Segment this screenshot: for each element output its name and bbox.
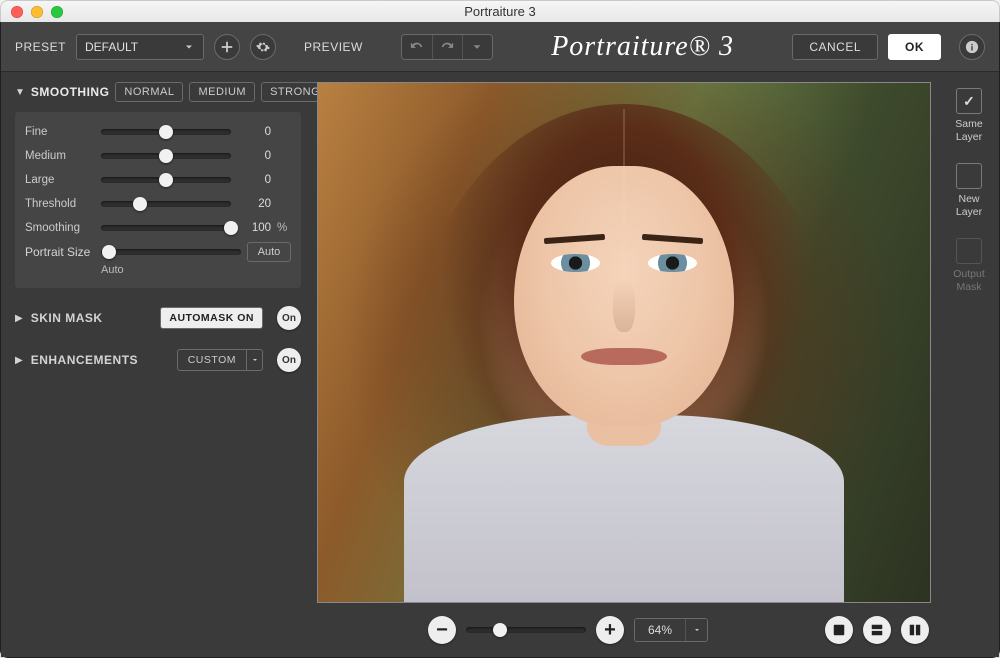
caret-right-icon[interactable]: ▶ [15, 355, 23, 366]
bottom-bar: − + 64% [311, 611, 939, 657]
zoom-slider-thumb[interactable] [493, 623, 507, 637]
zoom-dropdown-button[interactable] [685, 619, 707, 641]
history-buttons [401, 34, 493, 60]
caret-down-icon: ▼ [15, 87, 25, 98]
right-rail: SameLayer NewLayer OutputMask [939, 72, 999, 657]
output-mask[interactable]: OutputMask [953, 238, 985, 293]
zoom-value-box: 64% [634, 618, 708, 642]
preset-label: PRESET [15, 40, 66, 54]
enhancements-preset-dropdown[interactable] [247, 349, 263, 371]
undo-icon [410, 40, 424, 54]
checkbox-icon [956, 238, 982, 264]
large-slider[interactable] [101, 177, 231, 183]
split-h-icon [870, 623, 884, 637]
gear-icon [256, 40, 270, 54]
smoothing-value[interactable]: 100 [237, 222, 271, 234]
preview-label: PREVIEW [304, 40, 363, 54]
large-label: Large [25, 174, 95, 186]
zoom-in-button[interactable]: + [596, 616, 624, 644]
smoothing-label: Smoothing [25, 222, 95, 234]
minimize-window-button[interactable] [31, 6, 43, 18]
zoom-value[interactable]: 64% [635, 619, 685, 641]
view-split-vertical-button[interactable] [901, 616, 929, 644]
smoothing-slider[interactable] [101, 225, 231, 231]
threshold-slider[interactable] [101, 201, 231, 207]
fine-label: Fine [25, 126, 95, 138]
medium-slider-thumb[interactable] [159, 149, 173, 163]
preset-value: DEFAULT [85, 40, 138, 54]
smoothing-title: SMOOTHING [31, 85, 110, 99]
smoothing-body: Fine 0 Medium 0 Large 0 Threshold [15, 112, 301, 288]
top-toolbar: PRESET DEFAULT PREVIEW Portraiture® 3 CA… [1, 22, 999, 72]
chevron-down-icon [183, 41, 195, 53]
chevron-down-icon [251, 356, 259, 364]
medium-slider[interactable] [101, 153, 231, 159]
enhancements-title[interactable]: ENHANCEMENTS [31, 353, 138, 367]
add-preset-button[interactable] [214, 34, 240, 60]
preset-dropdown[interactable]: DEFAULT [76, 34, 204, 60]
enhancements-section: ▶ ENHANCEMENTS CUSTOM On [15, 348, 301, 372]
checkbox-icon [956, 163, 982, 189]
preview-canvas[interactable] [317, 82, 931, 603]
left-panel: ▼ SMOOTHING NORMAL MEDIUM STRONG Fine 0 … [1, 72, 311, 657]
split-v-icon [908, 623, 922, 637]
ok-button[interactable]: OK [888, 34, 941, 60]
smoothing-preset-normal[interactable]: NORMAL [115, 82, 183, 102]
zoom-out-button[interactable]: − [428, 616, 456, 644]
enhancements-preset-button[interactable]: CUSTOM [177, 349, 247, 371]
checkbox-icon [956, 88, 982, 114]
automask-button[interactable]: AUTOMASK ON [160, 307, 263, 329]
cancel-button[interactable]: CANCEL [792, 34, 878, 60]
redo-icon [440, 40, 454, 54]
undo-button[interactable] [402, 35, 432, 59]
portrait-size-auto-button[interactable]: Auto [247, 242, 291, 262]
zoom-window-button[interactable] [51, 6, 63, 18]
fine-slider-thumb[interactable] [159, 125, 173, 139]
info-icon [965, 40, 979, 54]
skin-mask-title[interactable]: SKIN MASK [31, 311, 103, 325]
mac-titlebar: Portraiture 3 [0, 0, 1000, 22]
zoom-slider[interactable] [466, 627, 586, 633]
preset-settings-button[interactable] [250, 34, 276, 60]
smoothing-section-header[interactable]: ▼ SMOOTHING NORMAL MEDIUM STRONG [15, 82, 301, 102]
chevron-down-icon [470, 40, 484, 54]
portrait-size-value: Auto [101, 264, 241, 276]
threshold-label: Threshold [25, 198, 95, 210]
preview-area [311, 72, 939, 611]
plus-icon [220, 40, 234, 54]
view-split-horizontal-button[interactable] [863, 616, 891, 644]
threshold-value[interactable]: 20 [237, 198, 271, 210]
portrait-size-slider[interactable] [101, 249, 241, 255]
caret-right-icon[interactable]: ▶ [15, 313, 23, 324]
enhancements-toggle[interactable]: On [277, 348, 301, 372]
app-brand: Portraiture® 3 [503, 31, 782, 63]
smoothing-preset-medium[interactable]: MEDIUM [189, 82, 255, 102]
close-window-button[interactable] [11, 6, 23, 18]
fine-slider[interactable] [101, 129, 231, 135]
info-button[interactable] [959, 34, 985, 60]
history-dropdown-button[interactable] [462, 35, 492, 59]
output-new-layer[interactable]: NewLayer [956, 163, 982, 218]
window-title: Portraiture 3 [464, 4, 536, 19]
skin-mask-toggle[interactable]: On [277, 306, 301, 330]
skin-mask-section: ▶ SKIN MASK AUTOMASK ON On [15, 306, 301, 330]
medium-value[interactable]: 0 [237, 150, 271, 162]
large-value[interactable]: 0 [237, 174, 271, 186]
chevron-down-icon [693, 626, 701, 634]
view-single-button[interactable] [825, 616, 853, 644]
medium-label: Medium [25, 150, 95, 162]
square-icon [832, 623, 846, 637]
portrait-size-slider-thumb[interactable] [102, 245, 116, 259]
fine-value[interactable]: 0 [237, 126, 271, 138]
redo-button[interactable] [432, 35, 462, 59]
threshold-slider-thumb[interactable] [133, 197, 147, 211]
smoothing-unit: % [277, 222, 291, 234]
portrait-size-label: Portrait Size [25, 245, 95, 259]
preview-image [318, 83, 930, 602]
output-same-layer[interactable]: SameLayer [955, 88, 982, 143]
smoothing-slider-thumb[interactable] [224, 221, 238, 235]
large-slider-thumb[interactable] [159, 173, 173, 187]
